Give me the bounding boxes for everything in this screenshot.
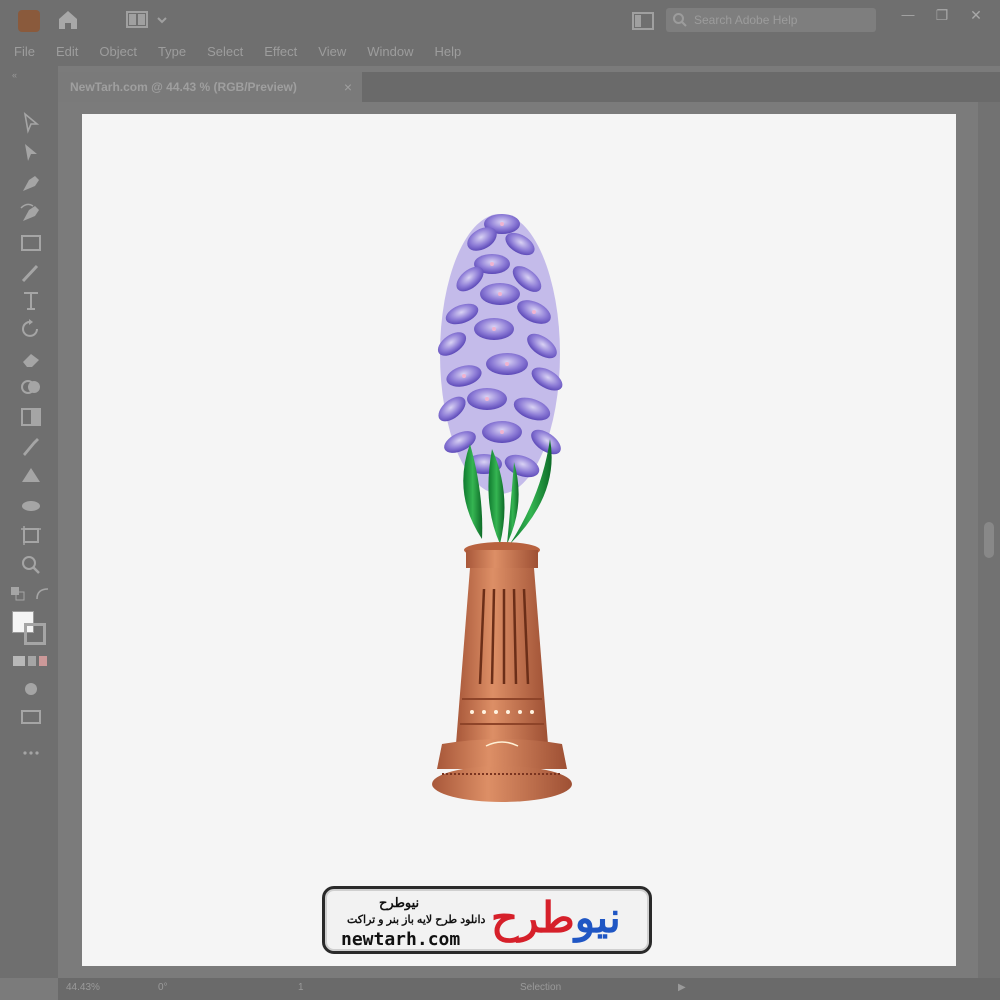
hyacinth-vase-illustration[interactable]: [422, 194, 582, 814]
vertical-scrollbar[interactable]: [978, 102, 1000, 978]
paintbrush-tool-icon[interactable]: [19, 262, 43, 284]
blend-tool-icon[interactable]: [19, 464, 43, 486]
rotate-tool-icon[interactable]: [19, 318, 43, 340]
chevron-down-icon[interactable]: [155, 13, 169, 27]
menu-effect[interactable]: Effect: [264, 40, 297, 66]
rotation-value[interactable]: 0°: [158, 982, 168, 993]
search-input[interactable]: [694, 11, 870, 29]
gradient-tool-icon[interactable]: [19, 406, 43, 428]
canvas-area[interactable]: نیوطرح دانلود طرح لایه باز بنر و تراکت n…: [58, 102, 1000, 978]
document-tab-label: NewTarh.com @ 44.43 % (RGB/Preview): [70, 80, 297, 94]
swap-colors-icon[interactable]: [34, 586, 52, 602]
watermark-brand: نیوطرح: [379, 895, 420, 910]
rectangle-tool-icon[interactable]: [19, 232, 43, 254]
search-box[interactable]: [666, 8, 876, 32]
document-tab[interactable]: NewTarh.com @ 44.43 % (RGB/Preview) ×: [58, 72, 362, 102]
close-button[interactable]: ✕: [962, 4, 990, 26]
home-icon[interactable]: [56, 8, 80, 32]
menu-edit[interactable]: Edit: [56, 40, 78, 66]
symbol-sprayer-tool-icon[interactable]: [19, 494, 43, 516]
type-tool-icon[interactable]: [19, 290, 43, 312]
artboard-tool-icon[interactable]: [19, 524, 43, 546]
minimize-button[interactable]: —: [894, 4, 922, 26]
maximize-button[interactable]: ❐: [928, 4, 956, 26]
vase: [432, 542, 572, 802]
zoom-tool-icon[interactable]: [19, 554, 43, 576]
tools-panel: «: [0, 66, 58, 978]
current-tool-status: Selection: [520, 982, 562, 993]
default-colors-icon[interactable]: [10, 586, 28, 602]
status-bar: 44.43% 0° 1 Selection ▶: [58, 978, 1000, 1000]
menu-window[interactable]: Window: [367, 40, 413, 66]
zoom-level[interactable]: 44.43%: [66, 982, 100, 993]
pen-tool-icon[interactable]: [19, 172, 43, 194]
scroll-thumb[interactable]: [984, 522, 994, 558]
watermark-url: newtarh.com: [341, 929, 461, 950]
close-tab-button[interactable]: ×: [344, 72, 352, 102]
artboard-number[interactable]: 1: [298, 982, 304, 993]
flower-cluster: [437, 214, 563, 494]
menu-help[interactable]: Help: [434, 40, 461, 66]
direct-selection-tool-icon[interactable]: [19, 142, 43, 164]
workspace-icon[interactable]: [126, 11, 148, 28]
watermark-tagline: دانلود طرح لایه باز بنر و تراکت: [347, 914, 486, 926]
screen-mode-icon[interactable]: [19, 706, 43, 728]
menu-bar: File Edit Object Type Select Effect View…: [0, 40, 1000, 66]
more-tools-icon[interactable]: [19, 742, 43, 764]
menu-object[interactable]: Object: [99, 40, 137, 66]
arrange-documents-icon[interactable]: [632, 11, 654, 31]
menu-type[interactable]: Type: [158, 40, 186, 66]
search-icon: [673, 13, 687, 27]
eyedropper-tool-icon[interactable]: [19, 434, 43, 456]
watermark-logo-mark: نیوطرح: [491, 894, 621, 941]
draw-mode-icon[interactable]: [19, 678, 43, 700]
app-logo-icon: [18, 10, 40, 32]
menu-select[interactable]: Select: [207, 40, 243, 66]
shape-builder-tool-icon[interactable]: [19, 376, 43, 398]
menu-file[interactable]: File: [14, 40, 35, 66]
eraser-tool-icon[interactable]: [19, 348, 43, 370]
selection-tool-icon[interactable]: [19, 112, 43, 134]
play-icon[interactable]: ▶: [678, 982, 686, 993]
menu-view[interactable]: View: [318, 40, 346, 66]
artboard[interactable]: نیوطرح دانلود طرح لایه باز بنر و تراکت n…: [82, 114, 956, 966]
stroke-color-swatch[interactable]: [24, 623, 46, 645]
collapse-panel-button[interactable]: «: [12, 70, 17, 80]
curvature-tool-icon[interactable]: [19, 202, 43, 224]
watermark-logo: نیوطرح دانلود طرح لایه باز بنر و تراکت n…: [322, 886, 652, 954]
document-tab-bar: NewTarh.com @ 44.43 % (RGB/Preview) ×: [58, 72, 1000, 102]
title-bar: — ❐ ✕: [0, 0, 1000, 40]
color-mode-icons[interactable]: [12, 654, 48, 668]
